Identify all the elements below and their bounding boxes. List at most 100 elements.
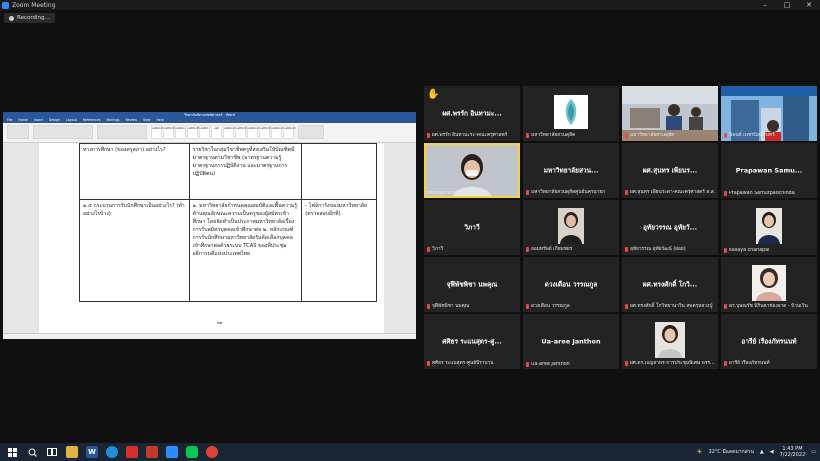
maximize-button[interactable]: □ bbox=[776, 0, 798, 10]
participant-name: อารีย์ เรืองภัทรนนท์ bbox=[741, 337, 797, 345]
word-tab[interactable]: Help bbox=[157, 118, 164, 123]
table-row: ทางการศึกษา (ของครูสภา) อย่างไร? รายวิชา… bbox=[79, 143, 377, 200]
participant-tile[interactable]: อุทัยวรรณ อุทัยวั... อุทัยวรรณ อุทัยวัฒน… bbox=[622, 200, 718, 255]
mic-muted-icon bbox=[526, 362, 529, 367]
style-swatch[interactable]: AaBbCcDc bbox=[151, 125, 165, 139]
style-swatch[interactable]: AaBbCcE bbox=[187, 125, 199, 139]
style-swatch[interactable]: AaBbCcD bbox=[247, 125, 260, 139]
table-cell bbox=[301, 143, 377, 200]
close-button[interactable]: ✕ bbox=[798, 0, 820, 10]
word-tab[interactable]: View bbox=[143, 118, 151, 123]
search-icon[interactable] bbox=[26, 446, 38, 458]
mic-muted-icon bbox=[724, 248, 727, 253]
mic-muted-icon bbox=[526, 246, 529, 252]
file-explorer-icon[interactable] bbox=[66, 446, 78, 458]
weather-text[interactable]: 32°C มีแดดมากส่วน bbox=[709, 448, 754, 456]
recording-indicator[interactable]: Recording... bbox=[4, 13, 55, 23]
word-icon[interactable]: W bbox=[86, 446, 98, 458]
participant-tile[interactable]: ดร.บุษณรัช นิรินคาช่องจาด - บ้านเวิน bbox=[721, 257, 817, 312]
participant-label: kallaya chanapai bbox=[729, 248, 770, 253]
document-page[interactable]: ทางการศึกษา (ของครูสภา) อย่างไร? รายวิชา… bbox=[39, 143, 384, 333]
window-controls: – □ ✕ bbox=[754, 0, 820, 10]
word-tab[interactable]: Layout bbox=[66, 118, 77, 123]
network-icon[interactable]: ▲ bbox=[760, 449, 764, 455]
mic-muted-icon bbox=[526, 303, 529, 309]
participant-tile[interactable]: Ua-aree Janthon Ua-aree Janthon bbox=[523, 314, 619, 369]
participant-tile[interactable]: kallaya chanapai bbox=[721, 200, 817, 255]
mic-muted-icon bbox=[724, 191, 727, 196]
participant-label: Ua-aree Janthon bbox=[531, 362, 570, 367]
participant-label: อารีย์ เรืองภัทรนนท์ bbox=[729, 361, 770, 366]
participant-tile[interactable]: ออมทรัพย์ เกียมชยร bbox=[523, 200, 619, 255]
participant-tile[interactable]: Prapawan Samu... Prapawan Samutpaochinda bbox=[721, 143, 817, 198]
participant-tile[interactable]: ผศ.ดร.เบญจาพร-การประชุมพิเศษ พรร... bbox=[622, 314, 718, 369]
editing-group[interactable] bbox=[298, 125, 324, 139]
word-tab[interactable]: Home bbox=[18, 118, 27, 123]
task-view-icon[interactable] bbox=[46, 446, 58, 458]
style-swatch[interactable]: AaBbCcD bbox=[223, 125, 236, 139]
style-swatch[interactable]: AaBbCcD bbox=[235, 125, 248, 139]
word-tab[interactable]: Review bbox=[126, 118, 137, 123]
participant-label: มหาวิทยาลัยสวนดุสิตศูนย์นครนายก bbox=[531, 190, 606, 195]
participant-name: ดวงเดือน วรรณกูล bbox=[544, 280, 598, 288]
zoom-meeting-screen: Zoom Meeting – □ ✕ Recording... วิทยาลัย… bbox=[0, 0, 820, 461]
participant-tile[interactable]: ศศิธร ระแนสุตร-ศู... ศศิธร ระแนสุตร-ศูนย… bbox=[424, 314, 520, 369]
participant-tile[interactable]: มหาวิทยาลัยสวน... มหาวิทยาลัยสวนดุสิตศูน… bbox=[523, 143, 619, 198]
participant-tile[interactable]: มหาวิทยาลัยสวนดุสิต bbox=[523, 86, 619, 141]
system-tray: ☀ 32°C มีแดดมากส่วน ▲ ◀ 1:43 PM 7/22/202… bbox=[696, 443, 816, 461]
style-swatch[interactable]: AaBbCcD bbox=[283, 125, 296, 139]
participant-name: ศศิธร ระแนสุตร-ศู... bbox=[442, 337, 502, 345]
clipboard-group[interactable] bbox=[7, 125, 29, 139]
style-swatch[interactable]: AaBbCcDc bbox=[163, 125, 177, 139]
edge-icon[interactable] bbox=[106, 446, 118, 458]
participant-name: มหาวิทยาลัยสวน... bbox=[543, 166, 599, 174]
chrome-icon[interactable] bbox=[206, 446, 218, 458]
participant-tile[interactable]: ผศ.สุนทร เพียนร... ผศ.สุนทร เพียนระดา-คณ… bbox=[622, 143, 718, 198]
word-tab[interactable]: Insert bbox=[34, 118, 43, 123]
participant-tile[interactable]: ผศ.ทรงศักดิ์ โกวิ... ผศ.ทรงศักดิ์ โกวิทย… bbox=[622, 257, 718, 312]
windows-start-icon[interactable] bbox=[6, 446, 18, 458]
paragraph-group[interactable] bbox=[97, 125, 147, 139]
participant-tile[interactable]: นิพนธ์ เพชรนิลศิรินทร์ bbox=[721, 86, 817, 141]
participant-tile[interactable]: ดวงเดือน วรรณกูล ดวงเดือน วรรณกูล bbox=[523, 257, 619, 312]
word-tab[interactable]: Design bbox=[49, 118, 60, 123]
mic-muted-icon bbox=[526, 189, 529, 195]
participant-name: Prapawan Samu... bbox=[735, 166, 803, 175]
shared-screen[interactable]: วิทยาลัยสัตวแพทย์ศาสตร์ - Word File Home… bbox=[3, 112, 416, 339]
table-cell: รายวิชาในกลุ่มวิชาชีพครูที่ส่งเสริมให้บั… bbox=[188, 143, 303, 200]
mic-muted-icon bbox=[625, 132, 628, 138]
person-video bbox=[424, 143, 520, 198]
zoom-icon[interactable] bbox=[166, 446, 178, 458]
font-group[interactable] bbox=[33, 125, 93, 139]
participant-tile[interactable]: อารีย์ เรืองภัทรนนท์ อารีย์ เรืองภัทรนนท… bbox=[721, 314, 817, 369]
style-swatch[interactable]: AaBbCcD bbox=[259, 125, 272, 139]
style-swatch[interactable]: AaBbCcD bbox=[271, 125, 284, 139]
word-tab[interactable]: File bbox=[7, 118, 12, 123]
participant-tile[interactable]: มหาวิทยาลัยสวนดุสิต bbox=[622, 86, 718, 141]
acrobat-icon[interactable] bbox=[126, 446, 138, 458]
participant-tile[interactable]: จุฬีพัชพิชา นพคุณ จุฬีพัชพิชา นพคุณ bbox=[424, 257, 520, 312]
participant-tile-active-speaker[interactable]: panpachara pinchinda bbox=[424, 143, 520, 198]
table-cell: ทางการศึกษา (ของครูสภา) อย่างไร? bbox=[79, 143, 190, 200]
word-tab[interactable]: Mailings bbox=[107, 118, 120, 123]
notifications-icon[interactable]: ▭ bbox=[811, 449, 816, 455]
minimize-button[interactable]: – bbox=[754, 0, 776, 10]
line-icon[interactable] bbox=[186, 446, 198, 458]
volume-icon[interactable]: ◀ bbox=[770, 449, 774, 455]
participant-name: ผศ.พรรัก อินทามะ... bbox=[442, 109, 502, 117]
style-swatch[interactable]: AaB bbox=[211, 125, 222, 139]
weather-icon: ☀ bbox=[696, 448, 703, 456]
word-tab[interactable]: References bbox=[83, 118, 101, 123]
screenshot-icon[interactable] bbox=[146, 446, 158, 458]
mic-muted-icon bbox=[724, 360, 727, 366]
style-swatch[interactable]: AaBbCc bbox=[175, 125, 186, 139]
table-row: ๑.๕ กระบวนการรับนักศึกษาเป็นอย่างไร? (ทำ… bbox=[79, 199, 377, 302]
word-ribbon: AaBbCcDc AaBbCcDc AaBbCc AaBbCcE AaBbC A… bbox=[3, 123, 416, 143]
participant-label: ศศิธร ระแนสุตร-ศูนย์บีราบาน bbox=[432, 361, 494, 366]
document-table: ทางการศึกษา (ของครูสภา) อย่างไร? รายวิชา… bbox=[79, 143, 377, 302]
style-swatch[interactable]: AaBbC bbox=[199, 125, 210, 139]
mic-muted-icon bbox=[625, 189, 628, 195]
clock[interactable]: 1:43 PM 7/22/2022 bbox=[780, 446, 806, 458]
participant-tile[interactable]: วิภาวี วิภาวี bbox=[424, 200, 520, 255]
raised-hand-icon: ✋ bbox=[427, 89, 440, 100]
